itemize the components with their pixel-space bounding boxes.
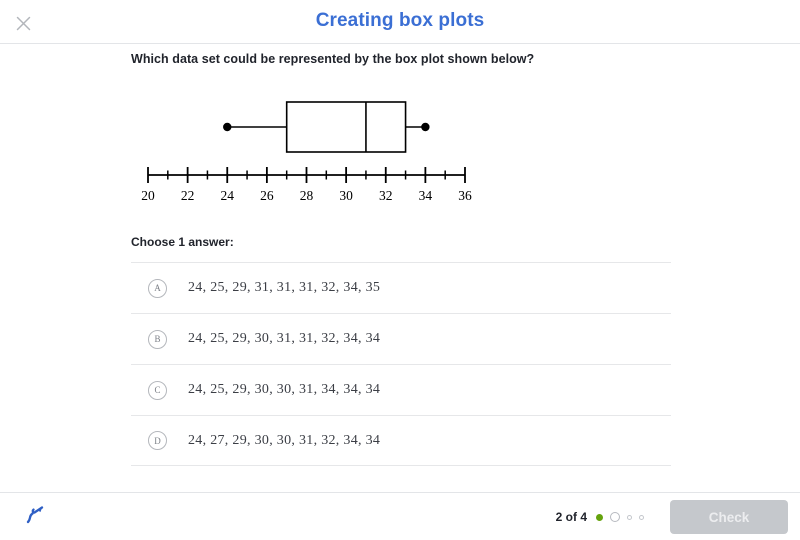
footer-progress-area: 2 of 4 Check — [556, 493, 788, 540]
option-text: 24, 25, 29, 31, 31, 31, 32, 34, 35 — [188, 280, 381, 295]
svg-text:34: 34 — [419, 188, 433, 203]
exercise-content: Which data set could be represented by t… — [0, 45, 800, 492]
svg-text:26: 26 — [260, 188, 274, 203]
question-dot-3[interactable] — [627, 514, 632, 520]
svg-text:20: 20 — [141, 188, 155, 203]
svg-text:28: 28 — [300, 188, 314, 203]
svg-text:22: 22 — [181, 188, 195, 203]
app-header: Creating box plots — [0, 0, 800, 44]
exercise-footer: 2 of 4 Check — [0, 492, 800, 540]
answer-option-c[interactable]: C 24, 25, 29, 30, 30, 31, 34, 34, 34 — [131, 364, 671, 415]
question-dot-4[interactable] — [639, 514, 644, 520]
question-prompt: Which data set could be represented by t… — [131, 52, 535, 66]
svg-text:30: 30 — [339, 188, 353, 203]
svg-text:36: 36 — [458, 188, 472, 203]
scratchpad-button[interactable] — [18, 501, 52, 533]
answer-options-list: A 24, 25, 29, 31, 31, 31, 32, 34, 35 B 24, … — [131, 262, 671, 466]
option-letter-badge: B — [148, 329, 167, 349]
option-letter-badge: A — [148, 278, 167, 298]
answer-option-d[interactable]: D 24, 27, 29, 30, 30, 31, 32, 34, 34 — [131, 415, 671, 466]
option-text: 24, 27, 29, 30, 30, 31, 32, 34, 34 — [188, 432, 381, 448]
option-text: 24, 25, 29, 30, 30, 31, 34, 34, 34 — [188, 382, 381, 397]
check-button[interactable]: Check — [670, 500, 788, 534]
answer-option-a[interactable]: A 24, 25, 29, 31, 31, 31, 32, 34, 35 — [131, 262, 671, 313]
progress-counter: 2 of 4 — [555, 510, 587, 524]
question-dot-1[interactable] — [596, 513, 603, 521]
option-letter-badge: D — [148, 431, 167, 450]
svg-text:24: 24 — [221, 188, 235, 203]
svg-text:32: 32 — [379, 188, 393, 203]
page-title: Creating box plots — [315, 10, 485, 31]
box-plot-figure: 20 22 24 26 28 30 32 34 36 — [131, 90, 481, 255]
choose-answer-label: Choose 1 answer: — [131, 235, 234, 249]
question-dots — [596, 512, 651, 522]
option-letter-badge: C — [148, 380, 167, 400]
box-plot-svg: 20 22 24 26 28 30 32 34 36 — [141, 101, 472, 203]
answer-option-b[interactable]: B 24, 25, 29, 30, 31, 31, 32, 34, 34 — [131, 313, 671, 364]
option-text: 24, 25, 29, 30, 31, 31, 32, 34, 34 — [188, 331, 381, 346]
scratchpad-pen-icon — [23, 503, 47, 532]
question-dot-2[interactable] — [610, 512, 620, 522]
